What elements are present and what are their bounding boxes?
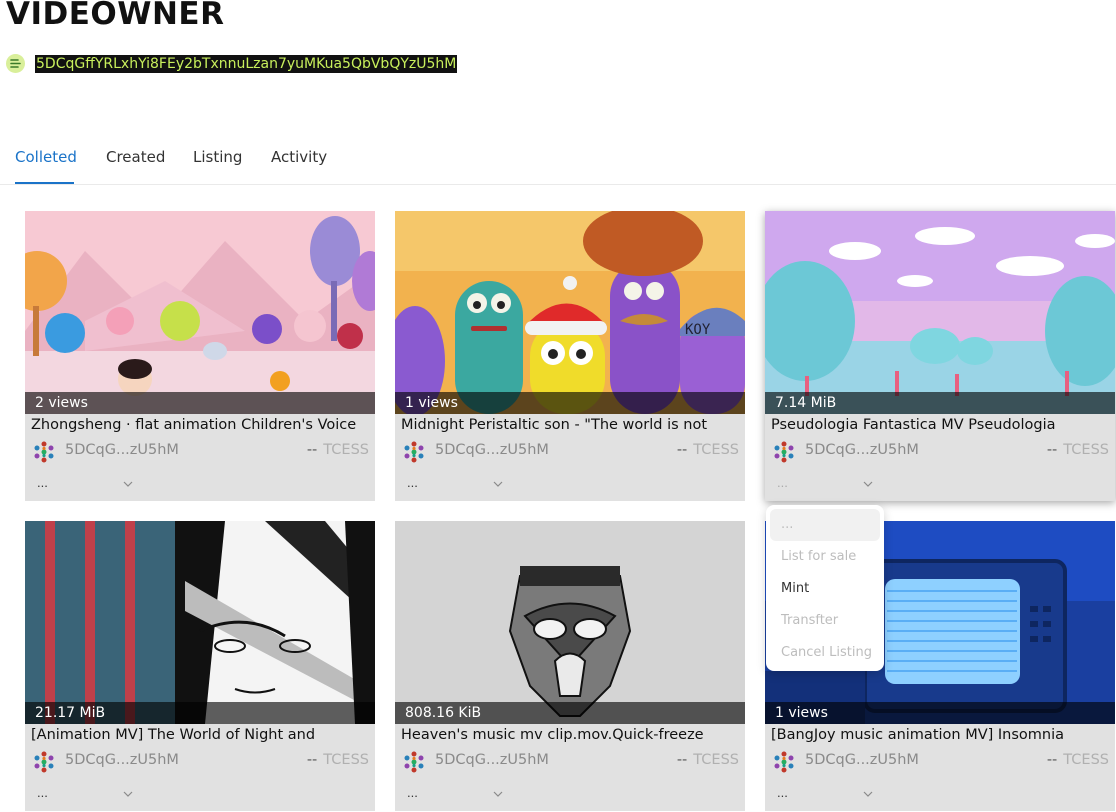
tab-bar: Colleted Created Listing Activity — [0, 140, 1116, 185]
card-title[interactable]: [BangJoy music animation MV] Insomnia — [771, 727, 1113, 743]
video-thumbnail[interactable] — [765, 211, 1115, 414]
size-badge: 7.14 MiB — [765, 392, 1115, 414]
more-actions-button[interactable]: ... — [37, 475, 48, 490]
price-value: -- — [1046, 752, 1058, 768]
price-currency: TCESS — [1063, 442, 1109, 458]
owner-avatar-icon — [34, 751, 54, 773]
owner-avatar-icon — [34, 441, 54, 463]
more-actions-button[interactable]: ... — [777, 785, 788, 800]
tab-created[interactable]: Created — [106, 148, 165, 166]
owner-name[interactable]: 5DCqG...zU5hM — [435, 442, 549, 458]
chevron-down-icon[interactable] — [863, 479, 873, 489]
svg-text:KOY: KOY — [685, 322, 711, 338]
chevron-down-icon[interactable] — [123, 789, 133, 799]
menu-item-cancel-listing[interactable]: Cancel Listing — [781, 645, 872, 660]
owner-row: 5DCqG...zU5hM -- TCESS — [403, 751, 739, 773]
price: -- TCESS — [1047, 752, 1109, 768]
card-actions-menu: ... List for sale Mint Transfter Cancel … — [766, 505, 884, 671]
nft-card[interactable]: 7.14 MiB Pseudologia Fantastica MV Pseud… — [765, 211, 1115, 501]
chevron-down-icon[interactable] — [123, 479, 133, 489]
owner-avatar-icon — [404, 441, 424, 463]
owner-avatar-icon — [774, 751, 794, 773]
menu-item-mint[interactable]: Mint — [781, 581, 809, 596]
price-value: -- — [306, 442, 318, 458]
menu-item-placeholder[interactable]: ... — [770, 509, 880, 541]
owner-avatar-icon — [404, 751, 424, 773]
more-actions-button[interactable]: ... — [407, 785, 418, 800]
owner-name[interactable]: 5DCqG...zU5hM — [65, 442, 179, 458]
more-actions-button[interactable]: ... — [777, 475, 788, 490]
size-badge: 808.16 KiB — [395, 702, 745, 724]
price-currency: TCESS — [323, 752, 369, 768]
views-badge: 1 views — [395, 392, 745, 414]
nft-card[interactable]: KOY 1 views Midnight Peristaltic son - "… — [395, 211, 745, 501]
card-title[interactable]: Pseudologia Fantastica MV Pseudologia — [771, 417, 1113, 433]
owner-row: 5DCqG...zU5hM -- TCESS — [33, 751, 369, 773]
price: -- TCESS — [1047, 442, 1109, 458]
price-currency: TCESS — [693, 752, 739, 768]
price-currency: TCESS — [1063, 752, 1109, 768]
page-title: VIDEOWNER — [6, 0, 225, 32]
active-tab-indicator — [15, 182, 74, 184]
price-value: -- — [1046, 442, 1058, 458]
owner-name[interactable]: 5DCqG...zU5hM — [65, 752, 179, 768]
owner-row: 5DCqG...zU5hM -- TCESS — [33, 441, 369, 463]
price: -- TCESS — [677, 752, 739, 768]
price: -- TCESS — [307, 752, 369, 768]
views-badge: 2 views — [25, 392, 375, 414]
video-thumbnail[interactable]: KOY — [395, 211, 745, 414]
menu-item-transfer[interactable]: Transfter — [781, 613, 838, 628]
views-badge: 1 views — [765, 702, 1115, 724]
price-value: -- — [676, 752, 688, 768]
price-value: -- — [676, 442, 688, 458]
owner-address-row: 5DCqGffYRLxhYi8FEy2bTxnnuLzan7yuMKua5QbV… — [6, 54, 458, 73]
price-currency: TCESS — [693, 442, 739, 458]
video-thumbnail[interactable] — [25, 521, 375, 724]
owner-row: 5DCqG...zU5hM -- TCESS — [773, 441, 1109, 463]
more-actions-button[interactable]: ... — [37, 785, 48, 800]
owner-name[interactable]: 5DCqG...zU5hM — [435, 752, 549, 768]
menu-item-label: ... — [781, 517, 794, 532]
price: -- TCESS — [677, 442, 739, 458]
chevron-down-icon[interactable] — [493, 789, 503, 799]
price-value: -- — [306, 752, 318, 768]
nft-card[interactable]: 21.17 MiB [Animation MV] The World of Ni… — [25, 521, 375, 811]
owner-row: 5DCqG...zU5hM -- TCESS — [773, 751, 1109, 773]
chevron-down-icon[interactable] — [863, 789, 873, 799]
chevron-down-icon[interactable] — [493, 479, 503, 489]
owner-name[interactable]: 5DCqG...zU5hM — [805, 442, 919, 458]
wallet-icon — [6, 54, 25, 73]
card-title[interactable]: [Animation MV] The World of Night and — [31, 727, 373, 743]
card-title[interactable]: Midnight Peristaltic son - "The world is… — [401, 417, 743, 433]
tab-colleted[interactable]: Colleted — [15, 148, 77, 166]
owner-address[interactable]: 5DCqGffYRLxhYi8FEy2bTxnnuLzan7yuMKua5QbV… — [35, 54, 458, 73]
more-actions-button[interactable]: ... — [407, 475, 418, 490]
owner-row: 5DCqG...zU5hM -- TCESS — [403, 441, 739, 463]
owner-name[interactable]: 5DCqG...zU5hM — [805, 752, 919, 768]
tab-listing[interactable]: Listing — [193, 148, 242, 166]
card-title[interactable]: Zhongsheng · flat animation Children's V… — [31, 417, 373, 433]
video-thumbnail[interactable] — [25, 211, 375, 414]
tab-activity[interactable]: Activity — [271, 148, 327, 166]
nft-card[interactable]: 808.16 KiB Heaven's music mv clip.mov.Qu… — [395, 521, 745, 811]
card-title[interactable]: Heaven's music mv clip.mov.Quick-freeze — [401, 727, 743, 743]
video-thumbnail[interactable] — [395, 521, 745, 724]
size-badge: 21.17 MiB — [25, 702, 375, 724]
owner-avatar-icon — [774, 441, 794, 463]
nft-card[interactable]: 2 views Zhongsheng · flat animation Chil… — [25, 211, 375, 501]
price-currency: TCESS — [323, 442, 369, 458]
price: -- TCESS — [307, 442, 369, 458]
menu-item-list-for-sale[interactable]: List for sale — [781, 549, 856, 564]
